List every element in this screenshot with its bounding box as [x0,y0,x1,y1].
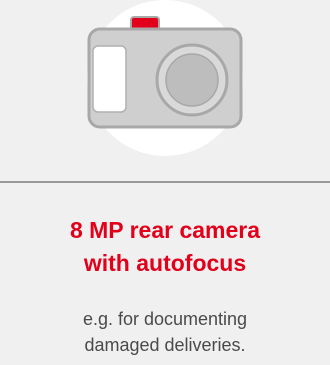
camera-icon [87,0,243,156]
feature-title-line: 8 MP rear camera [69,217,261,243]
feature-description-line: damaged deliveries. [84,335,246,355]
section-divider [0,181,330,183]
feature-icon-area [0,0,330,180]
camera-lens-inner [165,53,219,107]
feature-description: e.g. for documenting damaged deliveries. [0,306,330,358]
feature-title-line: with autofocus [83,250,247,276]
camera-grip [92,45,127,113]
feature-description-line: e.g. for documenting [82,309,248,329]
feature-title: 8 MP rear camera with autofocus [0,214,330,280]
